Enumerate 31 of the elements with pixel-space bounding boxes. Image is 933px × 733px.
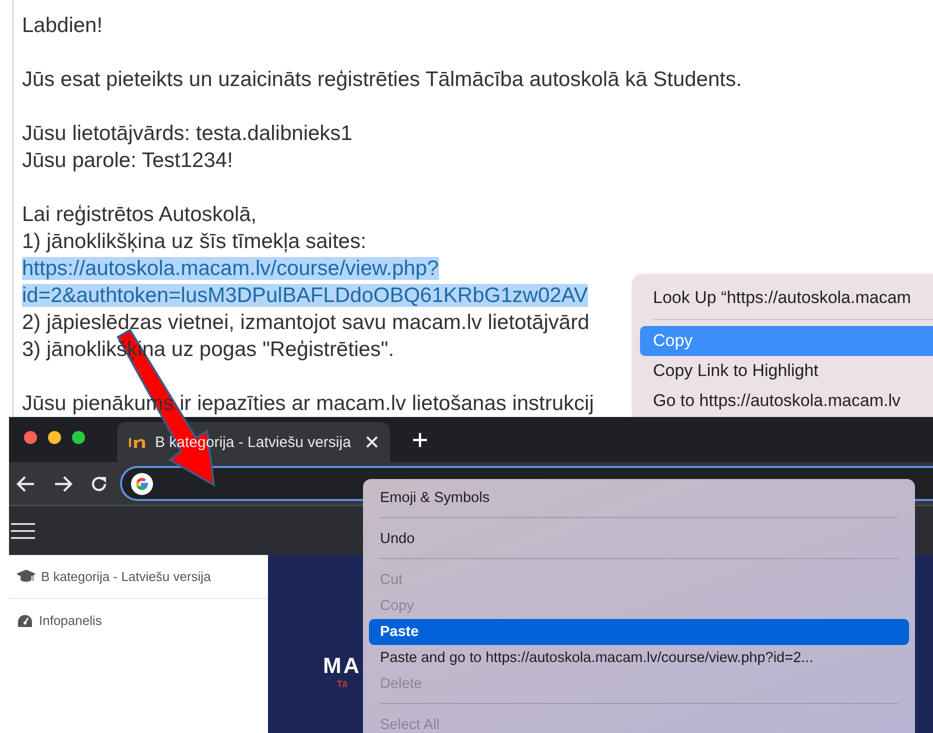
email-text: Lai reģistrētos Autoskolā, [22,202,257,228]
email-text: Labdien! [22,13,103,39]
graduation-cap-icon [17,570,35,583]
link[interactable]: id=2&authtoken=lusM3DPulBAFLDdoOBQ61KRbG1zw02AV [22,284,588,307]
link[interactable]: https://autoskola.macam.lv/course/view.php? [22,257,439,280]
menu-item[interactable]: Copy Link to Highlight [640,356,933,386]
logo-text: MA [323,653,362,679]
sidebar-item[interactable]: B kategorija - Latviešu versija [9,555,268,599]
menu-item[interactable]: Paste [369,619,909,645]
google-icon [131,472,153,494]
menu-item[interactable]: Emoji & Symbols [369,485,909,511]
dashboard-icon [17,614,33,628]
zoom-button[interactable] [72,431,85,444]
email-text: Jūsu lietotājvārds: testa.dalibnieks1 [22,121,352,147]
forward-icon[interactable] [53,474,73,492]
menu-item[interactable]: Look Up “https://autoskola.macam [640,281,933,313]
new-tab-icon[interactable] [412,432,428,448]
back-icon[interactable] [16,474,36,492]
minimize-button[interactable] [48,431,61,444]
email-text: 1) jānoklikšķina uz šīs tīmekļa saites: [22,229,366,255]
sidebar-item[interactable]: Infopanelis [9,599,268,642]
email-text: Jūs esat pieteikts un uzaicināts reģistrēties Tālmācība autoskolā kā Students. [22,67,742,93]
email-text: Jūsu parole: Test1234! [22,148,233,174]
menu-item[interactable]: Paste and go to https://autoskola.macam.lv/course/view.php?id=2... [369,645,909,671]
close-window-button[interactable] [24,431,37,444]
menu-icon[interactable] [11,522,35,540]
reload-icon[interactable] [90,474,108,492]
email-text: 2) jāpieslēdzas vietnei, izmantojot savu macam.lv lietotājvārd [22,310,590,336]
menu-item[interactable]: Go to https://autoskola.macam.lv [640,386,933,416]
close-icon[interactable] [366,436,378,448]
logo-tagline: Tā [336,679,348,689]
